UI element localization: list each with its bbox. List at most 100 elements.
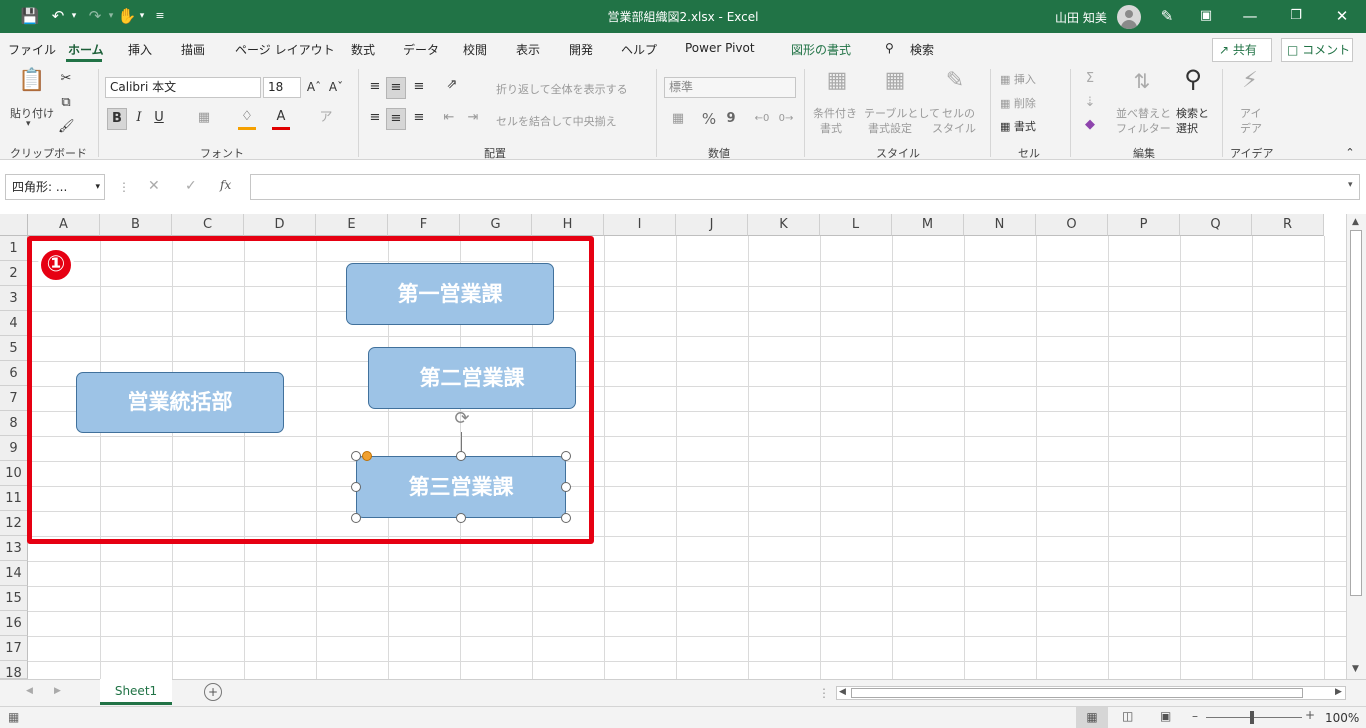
font-size-select[interactable]: 18 [263,77,301,98]
column-header[interactable]: K [748,214,820,236]
ideas-label-1[interactable]: アイ [1240,105,1261,121]
formula-bar-options-icon[interactable]: ⋮ [118,180,130,194]
name-box-dropdown-icon[interactable]: ▾ [95,175,100,199]
tab-shape-format[interactable]: 図形の書式 [791,41,851,58]
cell-styles-label-2[interactable]: スタイル [932,120,976,136]
resize-handle[interactable] [456,451,466,461]
row-header[interactable]: 10 [0,461,28,486]
row-header[interactable]: 8 [0,411,28,436]
restore-icon[interactable]: ❐ [1286,6,1306,26]
cell-styles-icon[interactable]: ✎ [940,70,970,99]
percent-button[interactable]: % [700,109,718,129]
column-header[interactable]: Q [1180,214,1252,236]
orientation-icon[interactable]: ⇗ [440,75,464,95]
row-header[interactable]: 2 [0,261,28,286]
shrink-font-icon[interactable]: Aˇ [328,77,344,97]
tab-data[interactable]: データ [403,41,439,58]
expand-formula-icon[interactable]: ▾ [1348,180,1353,190]
autosum-icon[interactable]: Σ [1082,69,1098,89]
row-header[interactable]: 1 [0,236,28,261]
conditional-formatting-icon[interactable]: ▦ [822,70,852,99]
column-header[interactable]: G [460,214,532,236]
normal-view-icon[interactable]: ▦ [1076,707,1108,728]
currency-icon[interactable]: ▦ [668,109,688,129]
copy-icon[interactable]: ⧉ [58,93,74,113]
row-header[interactable]: 6 [0,361,28,386]
zoom-level[interactable]: 100% [1325,711,1359,725]
format-painter-icon[interactable]: 🖌 [58,117,75,137]
tab-developer[interactable]: 開発 [569,41,593,58]
align-left-icon[interactable]: ≡ [366,108,384,128]
name-box[interactable]: 四角形: ... ▾ [5,174,105,200]
fill-icon[interactable]: ⇣ [1082,93,1098,113]
worksheet-grid[interactable]: A B C D E F G H I J K L M N O P Q R 1 2 … [0,214,1366,679]
prev-sheet-icon[interactable]: ◀ [26,686,33,696]
increase-decimal-icon[interactable]: ←0 [752,109,772,129]
scroll-up-icon[interactable]: ▲ [1352,217,1359,227]
row-header[interactable]: 3 [0,286,28,311]
row-header[interactable]: 15 [0,586,28,611]
ideas-label-2[interactable]: デア [1240,120,1262,136]
zoom-slider[interactable] [1206,717,1302,718]
zoom-out-icon[interactable]: – [1192,709,1198,723]
conditional-formatting-label-2[interactable]: 書式 [820,120,842,136]
resize-handle[interactable] [351,451,361,461]
new-sheet-button[interactable]: + [204,683,222,701]
ribbon-display-icon[interactable]: ▣ [1196,6,1216,26]
tab-formulas[interactable]: 数式 [351,41,375,58]
tab-file[interactable]: ファイル [8,41,56,58]
bold-button[interactable]: B [107,108,127,130]
align-top-icon[interactable]: ≡ [366,77,384,97]
resize-handle[interactable] [456,513,466,523]
align-bottom-icon[interactable]: ≡ [410,77,428,97]
column-header[interactable]: N [964,214,1036,236]
sheet-tab[interactable]: Sheet1 [100,679,172,705]
paste-dropdown-icon[interactable]: ▾ [26,119,31,129]
row-header[interactable]: 13 [0,536,28,561]
column-header[interactable]: L [820,214,892,236]
pen-icon[interactable]: ✎ [1157,6,1177,26]
comment-button[interactable]: □ コメント [1281,38,1353,62]
minimize-icon[interactable]: — [1240,6,1260,26]
insert-cells-button[interactable]: ▦ 挿入 [1000,71,1036,87]
zoom-slider-thumb[interactable] [1250,711,1254,724]
search-icon[interactable]: ⚲ [885,41,894,55]
vertical-scrollbar[interactable]: ▲ ▼ [1346,214,1366,679]
rotate-handle-icon[interactable]: ⟳ [451,408,473,430]
page-layout-view-icon[interactable]: ◫ [1122,709,1133,723]
align-center-icon[interactable]: ≡ [386,108,406,130]
tab-help[interactable]: ヘルプ [621,41,657,58]
tab-home[interactable]: ホーム [68,41,104,58]
sort-filter-label-1[interactable]: 並べ替えと [1116,105,1171,121]
row-header[interactable]: 16 [0,611,28,636]
user-name[interactable]: 山田 知美 [1055,9,1107,26]
horizontal-scroll-thumb[interactable] [851,688,1303,698]
cell-styles-label-1[interactable]: セルの [942,105,975,121]
row-header[interactable]: 9 [0,436,28,461]
format-as-table-label-2[interactable]: 書式設定 [868,120,912,136]
column-header[interactable]: F [388,214,460,236]
page-break-view-icon[interactable]: ▣ [1160,709,1171,723]
horizontal-scrollbar[interactable]: ◀ ▶ [836,686,1346,700]
format-cells-button[interactable]: ▦ 書式 [1000,118,1036,134]
column-header[interactable]: B [100,214,172,236]
formula-input[interactable] [250,174,1360,200]
row-header[interactable]: 17 [0,636,28,661]
ideas-icon[interactable]: ⚡ [1236,70,1264,99]
share-button[interactable]: ↗ 共有 [1212,38,1272,62]
align-right-icon[interactable]: ≡ [410,108,428,128]
tab-insert[interactable]: 挿入 [128,41,152,58]
underline-button[interactable]: U [151,108,167,128]
shape-head-office[interactable]: 営業統括部 [76,372,284,433]
vertical-scroll-thumb[interactable] [1350,230,1362,596]
paste-icon[interactable]: 📋 [18,70,45,99]
conditional-formatting-label-1[interactable]: 条件付き [813,105,857,121]
macro-record-icon[interactable]: ▦ [8,710,19,724]
paste-button[interactable]: 貼り付け [10,105,54,121]
resize-handle[interactable] [351,513,361,523]
row-header[interactable]: 14 [0,561,28,586]
tab-review[interactable]: 校閲 [463,41,487,58]
resize-handle[interactable] [561,482,571,492]
close-icon[interactable]: ✕ [1332,6,1352,26]
shape-section-1[interactable]: 第一営業課 [346,263,554,325]
